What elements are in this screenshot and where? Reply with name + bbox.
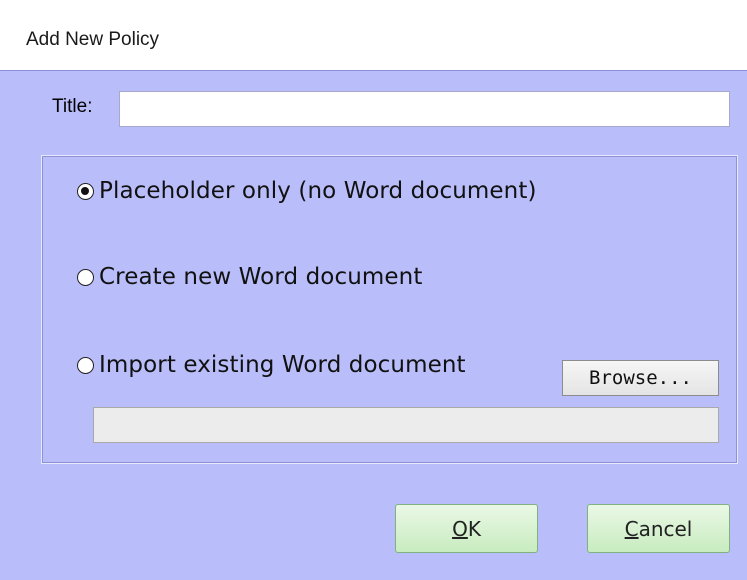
cancel-button-label: ancel [638, 516, 693, 541]
ok-button-mnemonic: O [452, 516, 468, 541]
option-import-existing-word[interactable]: Import existing Word document [77, 352, 466, 378]
title-input[interactable] [119, 91, 730, 127]
file-path-field[interactable] [93, 407, 719, 443]
title-label: Title: [52, 96, 93, 117]
ok-button[interactable]: OK [395, 504, 538, 553]
dialog-titlebar: Add New Policy [0, 0, 747, 71]
option-placeholder-only[interactable]: Placeholder only (no Word document) [77, 178, 537, 204]
cancel-button[interactable]: Cancel [587, 504, 730, 553]
cancel-button-mnemonic: C [624, 516, 639, 541]
dialog-title: Add New Policy [26, 29, 160, 50]
ok-button-label: K [467, 516, 481, 541]
option-import-existing-word-label: Import existing Word document [99, 352, 466, 378]
radio-create-new-word[interactable] [77, 268, 94, 286]
option-create-new-word-label: Create new Word document [99, 264, 423, 290]
browse-button[interactable]: Browse... [562, 360, 719, 396]
radio-import-existing-word[interactable] [77, 356, 94, 374]
radio-placeholder-only[interactable] [77, 182, 94, 200]
option-placeholder-only-label: Placeholder only (no Word document) [99, 178, 537, 204]
option-create-new-word[interactable]: Create new Word document [77, 264, 422, 290]
